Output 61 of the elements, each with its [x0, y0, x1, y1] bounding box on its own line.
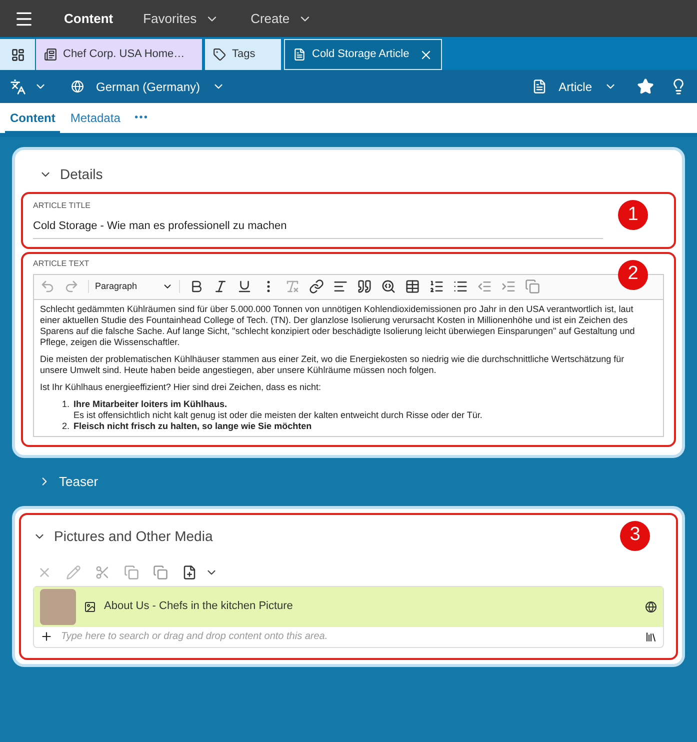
section-header[interactable]: Pictures and Other Media	[33, 522, 213, 550]
italic-icon[interactable]	[213, 279, 228, 294]
editor-area[interactable]	[33, 300, 664, 436]
document-tab[interactable]: Cold Storage Article	[284, 39, 442, 70]
document-icon	[532, 79, 547, 94]
doc-type-dropdown[interactable]: Article	[532, 78, 617, 96]
bullet-list-icon[interactable]	[453, 279, 468, 294]
indent-icon[interactable]	[501, 279, 516, 294]
list-item-title: Ihre Mitarbeiter loiters im Kühlhaus.	[74, 398, 228, 410]
table-icon[interactable]	[405, 279, 420, 294]
placeholder-text: Type here to search or drag and drop content onto this area.	[61, 630, 329, 644]
media-item[interactable]: About Us - Chefs in the kitchen Picture	[34, 586, 663, 626]
subtab[interactable]: Metadata	[65, 105, 126, 133]
list-item-text: Es ist offensichtlich nicht kalt genug ist oder die meisten der kalten entweicht durch Risse oder der Tür.	[74, 410, 482, 420]
media-title: About Us - Chefs in the kitchen Picture	[104, 599, 294, 614]
library-icon[interactable]	[645, 630, 657, 642]
picture-icon	[84, 600, 96, 612]
plus-icon[interactable]	[40, 630, 53, 643]
photo-placeholder	[40, 588, 76, 624]
globe-icon	[645, 600, 657, 612]
paragraph: Ist Ihr Kühlhaus energieeffizient? Hier sind drei Zeichen, dass es nicht:	[40, 382, 322, 392]
translate-icon[interactable]	[10, 78, 26, 94]
new-document-icon[interactable]	[182, 564, 197, 580]
numbered-list-icon[interactable]	[429, 279, 444, 294]
list-number: 1.	[62, 398, 70, 410]
list-item-title: Fleisch nicht frisch zu halten, so lange wie Sie möchten	[74, 420, 312, 432]
callout-number: 3	[620, 520, 650, 550]
document-tab[interactable]: Tags	[205, 39, 281, 70]
section-header[interactable]: Details	[39, 160, 103, 188]
callout-number: 2	[618, 260, 648, 290]
language-dropdown[interactable]: German (Germany)	[71, 78, 226, 96]
field-label: ARTICLE TITLE	[33, 200, 92, 212]
document-tab[interactable]: Chef Corp. USA Home…	[36, 39, 202, 70]
list-number: 2.	[62, 420, 70, 432]
menu-dropdown[interactable]: Create	[250, 8, 312, 28]
block-style-dropdown[interactable]: Paragraph	[88, 280, 180, 294]
document-icon	[293, 48, 306, 61]
tag-icon	[213, 48, 226, 61]
link-icon[interactable]	[309, 279, 324, 294]
paste-icon[interactable]	[525, 279, 540, 294]
app-title: Content	[64, 10, 114, 28]
dashboard-icon	[10, 48, 24, 62]
star-icon[interactable]	[637, 78, 654, 95]
underline-icon[interactable]	[237, 279, 252, 294]
globe-icon	[71, 80, 84, 93]
align-icon[interactable]	[333, 279, 348, 294]
outdent-icon[interactable]	[477, 279, 492, 294]
callout-number: 1	[618, 200, 648, 230]
quote-icon[interactable]	[357, 279, 372, 294]
title-field[interactable]: Cold Storage - Wie man es professionell zu machen	[33, 212, 603, 238]
section-header[interactable]: Teaser	[38, 470, 98, 494]
bold-icon[interactable]	[189, 279, 204, 294]
page-icon	[44, 48, 57, 61]
subtab[interactable]: Content	[5, 105, 60, 133]
paragraph: Die meisten der problematischen Kühlhäuser stammen aus einer Zeit, wo die Energiekosten so niedrig wie die durchschnittliche Wertschätzung für unsere Umwelt sind. Heute haben beide angestiegen, aber unsere Kühlräume müssen noch folgen.	[40, 354, 626, 376]
dashboard-tab[interactable]	[0, 39, 35, 70]
paragraph: Schlecht gedämmten Kühlräumen sind für über 5.000.000 Tonnen von unnötigen Kohlendioxidemissionen pro Jahr in den USA verantwortlich ist, laut einer aktuellen Studie des Fountainhead College of Tech. (TN). Der glanzlose Isolierung verursacht Kosten in Millionenhöhe und ist ein Zeichen des Sparens auf die falsche Sache. Auf lange Sicht, "schlecht konzipiert oder beschädigte Isolierung leicht überwiegen Einsparungen" auf Gestaltung und Pflege, zeigen die Wissenschaftler.	[40, 304, 636, 348]
code-icon[interactable]	[381, 279, 396, 294]
field-label: ARTICLE TEXT	[33, 258, 90, 270]
menu-dropdown[interactable]: Favorites	[143, 8, 219, 28]
paste-icon[interactable]	[153, 564, 168, 580]
